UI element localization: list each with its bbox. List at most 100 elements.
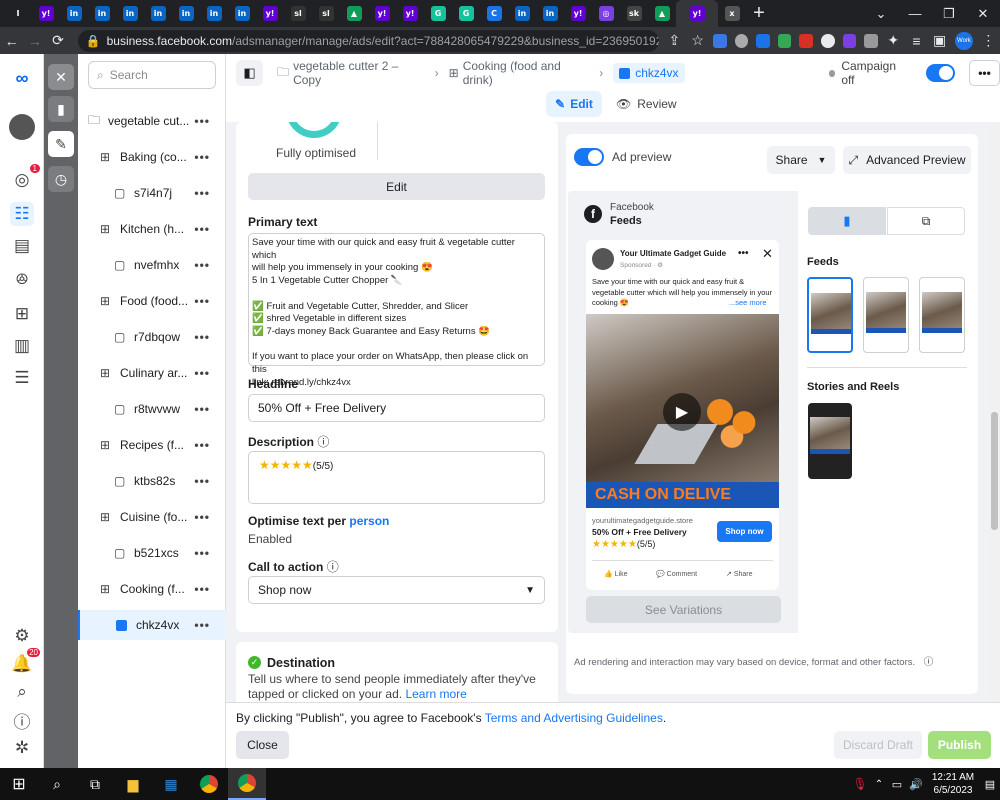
- account-avatar[interactable]: [9, 114, 35, 140]
- tree-item-more-button[interactable]: •••: [194, 186, 210, 200]
- tree-item[interactable]: ▢ nvefmhx •••: [78, 250, 226, 280]
- tree-item[interactable]: ⊞ Cuisine (fo... •••: [78, 502, 226, 532]
- clock[interactable]: 12:21 AM 6/5/2023: [926, 771, 980, 797]
- extension-icon[interactable]: [734, 33, 749, 48]
- tree-item[interactable]: ⊞ Kitchen (h... •••: [78, 214, 226, 244]
- tree-item[interactable]: ▢ s7i4n7j •••: [78, 178, 226, 208]
- tray-chevron-icon[interactable]: ⌃: [870, 768, 888, 800]
- extension-icon[interactable]: [820, 33, 835, 48]
- feed-thumb[interactable]: [919, 277, 965, 353]
- discard-draft-button[interactable]: Discard Draft: [834, 731, 922, 759]
- pages-icon[interactable]: ▤: [10, 234, 34, 258]
- ad-preview-toggle[interactable]: [574, 148, 604, 166]
- scrollbar-thumb[interactable]: [991, 412, 998, 530]
- browser-tab[interactable]: ◎: [592, 0, 620, 27]
- post-close-icon[interactable]: ✕: [762, 246, 773, 262]
- browser-tab[interactable]: I: [4, 0, 32, 27]
- browser-tab[interactable]: ▲: [340, 0, 368, 27]
- share-post-button[interactable]: ↗ Share: [726, 570, 753, 578]
- tree-item-more-button[interactable]: •••: [194, 222, 210, 236]
- browser-tab[interactable]: C: [480, 0, 508, 27]
- tree-item-more-button[interactable]: •••: [194, 510, 210, 524]
- minimize-icon[interactable]: —: [898, 6, 932, 21]
- campaigns-icon[interactable]: ⊞: [10, 302, 34, 326]
- browser-tab[interactable]: in: [60, 0, 88, 27]
- bug-report-icon[interactable]: ✲: [10, 736, 34, 760]
- forward-icon[interactable]: →: [23, 33, 46, 49]
- breadcrumb-campaign[interactable]: 🗀 vegetable cutter 2 – Copy: [277, 59, 425, 87]
- mic-icon[interactable]: 🎙: [850, 768, 870, 800]
- browser-menu-icon[interactable]: ⋮: [977, 32, 1000, 49]
- tree-item[interactable]: ▢ r8twvww •••: [78, 394, 226, 424]
- tree-item-more-button[interactable]: •••: [194, 474, 210, 488]
- new-tab-button[interactable]: +: [746, 2, 772, 25]
- network-icon[interactable]: ▭: [888, 768, 906, 800]
- windows-start-icon[interactable]: ⊞: [0, 768, 38, 800]
- learn-more-link[interactable]: Learn more: [405, 687, 466, 701]
- tree-item-more-button[interactable]: •••: [194, 366, 210, 380]
- tree-item-more-button[interactable]: •••: [194, 546, 210, 560]
- shop-now-button[interactable]: Shop now: [717, 521, 772, 542]
- close-icon[interactable]: ✕: [48, 64, 74, 90]
- maximize-icon[interactable]: ❐: [932, 6, 966, 22]
- browser-tab[interactable]: y!: [564, 0, 592, 27]
- chrome-active-icon[interactable]: [228, 768, 266, 800]
- file-explorer-icon[interactable]: ▆: [114, 768, 152, 800]
- cta-select[interactable]: Shop now ▼: [248, 576, 545, 604]
- story-thumb[interactable]: [808, 403, 852, 479]
- share-page-icon[interactable]: ⇪: [663, 32, 686, 49]
- like-button[interactable]: 👍 Like: [604, 570, 628, 578]
- extension-icon[interactable]: [777, 33, 792, 48]
- main-scrollbar[interactable]: [989, 122, 1000, 702]
- tree-item[interactable]: ⊞ Culinary ar... •••: [78, 358, 226, 388]
- browser-tab[interactable]: in: [172, 0, 200, 27]
- chart-view-icon[interactable]: ▮: [48, 96, 74, 122]
- toggle-panel-icon[interactable]: ◧: [236, 60, 264, 86]
- tree-item-more-button[interactable]: •••: [194, 402, 210, 416]
- tree-item[interactable]: ⊞ Food (food... •••: [78, 286, 226, 316]
- tree-item-more-button[interactable]: •••: [194, 258, 210, 272]
- all-tools-icon[interactable]: ☰: [10, 366, 34, 390]
- search-icon[interactable]: ⌕: [38, 768, 76, 800]
- comment-button[interactable]: 💬 Comment: [656, 570, 697, 578]
- tree-item[interactable]: 🗀 vegetable cut... •••: [78, 106, 226, 136]
- browser-tab[interactable]: in: [228, 0, 256, 27]
- ad-image[interactable]: ▶ CASH ON DELIVE: [586, 314, 779, 508]
- publish-button[interactable]: Publish: [928, 731, 991, 759]
- tree-item-more-button[interactable]: •••: [194, 294, 210, 308]
- browser-tab[interactable]: in: [88, 0, 116, 27]
- browser-tab[interactable]: y!: [256, 0, 284, 27]
- tree-item[interactable]: ⊞ Cooking (f... •••: [78, 574, 226, 604]
- extension-icon[interactable]: [799, 33, 813, 48]
- browser-tab[interactable]: G: [452, 0, 480, 27]
- breadcrumb-adset[interactable]: ⊞ Cooking (food and drink): [449, 59, 590, 87]
- terms-link[interactable]: Terms and Advertising Guidelines: [485, 711, 663, 725]
- tree-item[interactable]: ⊞ Recipes (f... •••: [78, 430, 226, 460]
- reload-icon[interactable]: ⟳: [46, 32, 69, 49]
- breadcrumb-ad[interactable]: chkz4vx: [613, 63, 685, 83]
- review-tab[interactable]: 👁 Review: [616, 91, 677, 117]
- tree-item[interactable]: ▢ ktbs82s •••: [78, 466, 226, 496]
- ads-manager-icon[interactable]: ☷: [10, 202, 34, 226]
- see-variations-button[interactable]: See Variations: [586, 596, 781, 623]
- feed-view-tab[interactable]: ▮: [808, 207, 886, 235]
- browser-tab[interactable]: in: [144, 0, 172, 27]
- chrome-icon[interactable]: [190, 768, 228, 800]
- tree-item[interactable]: chkz4vx •••: [78, 610, 226, 640]
- alerts-icon[interactable]: ◎ 1: [10, 164, 40, 192]
- edit-pencil-icon[interactable]: ✎: [48, 131, 74, 157]
- feed-thumb-selected[interactable]: [807, 277, 853, 353]
- search-icon[interactable]: ⌕: [10, 680, 34, 704]
- extension-icon[interactable]: [756, 33, 770, 48]
- notifications-bell-icon[interactable]: 🔔 20: [10, 648, 40, 676]
- close-button[interactable]: Close: [236, 731, 289, 759]
- billing-icon[interactable]: ▥: [10, 334, 34, 358]
- browser-tab[interactable]: in: [508, 0, 536, 27]
- tree-item-more-button[interactable]: •••: [194, 330, 210, 344]
- extension-icon[interactable]: [713, 33, 727, 48]
- story-view-tab[interactable]: ⧉: [887, 207, 965, 235]
- extension-icon[interactable]: [842, 33, 857, 48]
- back-icon[interactable]: ←: [0, 33, 23, 49]
- meta-logo-icon[interactable]: ∞: [10, 66, 34, 90]
- tree-item-more-button[interactable]: •••: [194, 438, 210, 452]
